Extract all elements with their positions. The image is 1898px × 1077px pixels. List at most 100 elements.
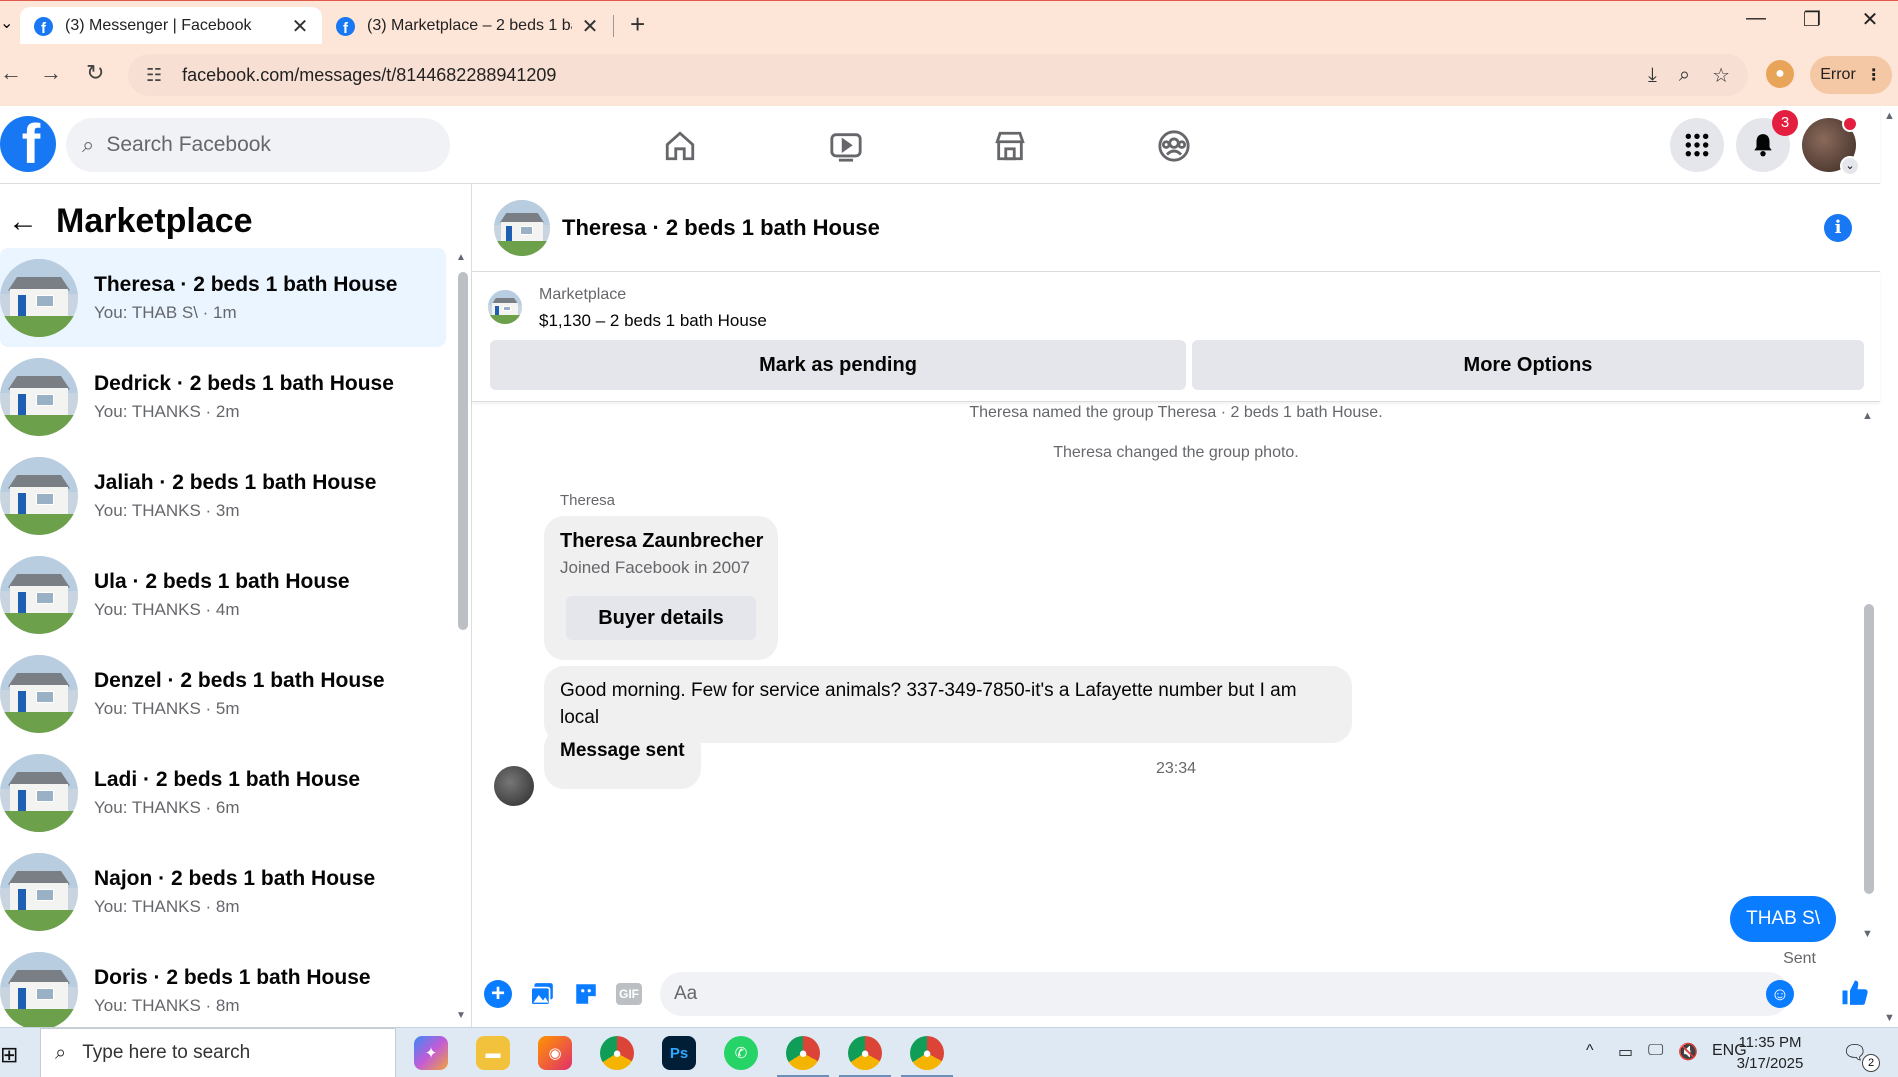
chevron-down-icon[interactable]: ⌄: [1840, 156, 1860, 176]
outgoing-message-bubble[interactable]: THAB S\: [1730, 896, 1836, 942]
account-avatar[interactable]: ⌄: [1802, 116, 1860, 176]
list-scroll-up-icon[interactable]: ▲: [456, 252, 466, 263]
group-photo[interactable]: [494, 199, 550, 256]
more-actions-plus-icon[interactable]: +: [484, 980, 512, 1008]
back-arrow-icon[interactable]: ←: [8, 205, 38, 239]
tab-search-chevron-icon[interactable]: ⌄: [0, 13, 13, 33]
conversation-list: Theresa · 2 beds 1 bath House You: THAB S…: [0, 248, 446, 1027]
volume-muted-icon[interactable]: 🔇: [1678, 1042, 1698, 1062]
mark-as-pending-button[interactable]: Mark as pending: [490, 340, 1186, 390]
facebook-logo-icon[interactable]: f: [0, 116, 56, 172]
conversation-item[interactable]: Dedrick · 2 beds 1 bath House You: THANKS…: [0, 347, 446, 446]
conversation-thumbnail: [0, 852, 78, 931]
like-thumbs-up-icon[interactable]: [1840, 978, 1870, 1015]
conversation-thumbnail: [0, 654, 78, 733]
tray-device-icon[interactable]: ▭: [1618, 1042, 1633, 1062]
conversation-name: Ula · 2 beds 1 bath House: [94, 569, 350, 593]
url-text: facebook.com/messages/t/8144682288941209: [182, 64, 557, 85]
network-icon[interactable]: 🖵: [1648, 1042, 1663, 1060]
buyer-joined: Joined Facebook in 2007: [560, 558, 750, 577]
profile-icon[interactable]: ●: [1766, 60, 1794, 88]
conversation-item[interactable]: Theresa · 2 beds 1 bath House You: THAB S…: [0, 248, 446, 347]
list-scroll-down-icon[interactable]: ▼: [456, 1010, 466, 1021]
conversation-item[interactable]: Doris · 2 beds 1 bath House You: THANKS ·…: [0, 941, 446, 1027]
system-message: Theresa named the group Theresa · 2 beds…: [969, 404, 1383, 421]
conversation-thumbnail: [0, 258, 78, 337]
conversation-item[interactable]: Jaliah · 2 beds 1 bath House You: THANKS …: [0, 446, 446, 545]
search-icon: ⌕: [82, 132, 95, 157]
restore-icon[interactable]: ❐: [1792, 7, 1832, 32]
buyer-details-button[interactable]: Buyer details: [566, 596, 756, 640]
taskbar-search-input[interactable]: ⌕ Type here to search: [40, 1028, 396, 1077]
site-info-icon[interactable]: ☷: [146, 65, 162, 86]
conversation-name: Theresa · 2 beds 1 bath House: [94, 272, 398, 296]
video-icon[interactable]: [826, 126, 866, 166]
error-label: Error: [1820, 66, 1856, 83]
tab-messenger[interactable]: f (3) Messenger | Facebook ✕: [20, 7, 322, 45]
photoshop-icon[interactable]: Ps: [662, 1036, 696, 1070]
thread-scroll-up-icon[interactable]: ▲: [1862, 410, 1873, 422]
clock-time: 11:35 PM: [1738, 1034, 1802, 1051]
zoom-icon[interactable]: ⌕: [1679, 64, 1690, 87]
windows-start-icon[interactable]: ⊞: [0, 1042, 18, 1068]
conversation-item[interactable]: Ladi · 2 beds 1 bath House You: THANKS · …: [0, 743, 446, 842]
conversation-thumbnail: [0, 555, 78, 634]
menu-grid-icon[interactable]: [1670, 118, 1724, 172]
tab-close-icon[interactable]: ✕: [290, 14, 310, 39]
conversation-text: Ula · 2 beds 1 bath House You: THANKS · 4…: [94, 570, 350, 620]
sticker-icon[interactable]: [572, 980, 600, 1008]
profile-error-button[interactable]: Error ⋮: [1810, 56, 1892, 94]
taskbar-clock[interactable]: 11:35 PM 3/17/2025: [1730, 1032, 1810, 1074]
firefox-icon[interactable]: ◉: [538, 1036, 572, 1070]
more-options-button[interactable]: More Options: [1192, 340, 1864, 390]
emoji-icon[interactable]: ☺: [1766, 980, 1794, 1008]
whatsapp-icon[interactable]: ✆: [724, 1036, 758, 1070]
page-scroll-down-icon[interactable]: ▼: [1884, 1012, 1895, 1024]
home-icon[interactable]: [660, 126, 700, 166]
clock-date: 3/17/2025: [1736, 1055, 1804, 1072]
chat-title[interactable]: Theresa · 2 beds 1 bath House: [562, 215, 880, 241]
chrome-profile-3-icon[interactable]: ●: [901, 1036, 953, 1077]
file-explorer-icon[interactable]: ▬: [476, 1036, 510, 1070]
attach-photo-icon[interactable]: [528, 980, 556, 1008]
tab-marketplace[interactable]: f (3) Marketplace – 2 beds 1 bath ✕: [322, 7, 612, 45]
forward-icon[interactable]: →: [40, 60, 62, 86]
page-scroll-up-icon[interactable]: ▲: [1884, 110, 1895, 122]
conversation-preview: You: THANKS · 4m: [94, 599, 240, 619]
message-thread: Theresa named the group Theresa · 2 beds…: [472, 402, 1880, 967]
chrome-icon[interactable]: ●: [600, 1036, 634, 1070]
listing-price[interactable]: $1,130 – 2 beds 1 bath House: [539, 311, 767, 331]
thread-scrollbar[interactable]: [1864, 604, 1874, 894]
message-composer: + GIF ☺: [472, 958, 1880, 1027]
info-icon[interactable]: i: [1824, 214, 1852, 242]
buyer-profile-card: Theresa Zaunbrecher Joined Facebook in 2…: [544, 516, 778, 660]
gif-icon[interactable]: GIF: [616, 983, 642, 1005]
conversation-item[interactable]: Najon · 2 beds 1 bath House You: THANKS ·…: [0, 842, 446, 941]
conversation-text: Denzel · 2 beds 1 bath House You: THANKS …: [94, 669, 385, 719]
close-window-icon[interactable]: ✕: [1850, 7, 1890, 32]
install-app-icon[interactable]: ⤓: [1648, 64, 1657, 87]
bookmark-star-icon[interactable]: ☆: [1712, 63, 1730, 88]
conversation-item[interactable]: Denzel · 2 beds 1 bath House You: THANKS …: [0, 644, 446, 743]
conversation-preview: You: THANKS · 6m: [94, 797, 240, 817]
address-bar[interactable]: ☷ facebook.com/messages/t/81446822889412…: [128, 54, 1748, 96]
thread-scroll-down-icon[interactable]: ▼: [1862, 928, 1873, 940]
minimize-icon[interactable]: —: [1736, 7, 1776, 30]
chrome-profile-2-icon[interactable]: ●: [839, 1036, 891, 1077]
tab-close-icon[interactable]: ✕: [580, 14, 600, 39]
copilot-icon[interactable]: ✦: [414, 1036, 448, 1070]
message-sent-bubble[interactable]: Message sent: [544, 728, 701, 789]
chrome-profile-1-icon[interactable]: ●: [777, 1036, 829, 1077]
list-scrollbar[interactable]: [458, 272, 468, 630]
new-tab-icon[interactable]: +: [630, 9, 645, 40]
conversation-item[interactable]: Ula · 2 beds 1 bath House You: THANKS · 4…: [0, 545, 446, 644]
message-input[interactable]: [660, 972, 1790, 1016]
marketplace-icon[interactable]: [990, 126, 1030, 166]
listing-thumbnail[interactable]: [488, 290, 522, 324]
facebook-search-input[interactable]: ⌕ Search Facebook: [66, 118, 450, 172]
groups-icon[interactable]: [1154, 126, 1194, 166]
reload-icon[interactable]: ↻: [86, 60, 104, 86]
tray-overflow-chevron-icon[interactable]: ^: [1586, 1042, 1594, 1060]
facebook-header: f ⌕ Search Facebook 3 ⌄: [0, 106, 1880, 184]
back-icon[interactable]: ←: [0, 60, 22, 86]
